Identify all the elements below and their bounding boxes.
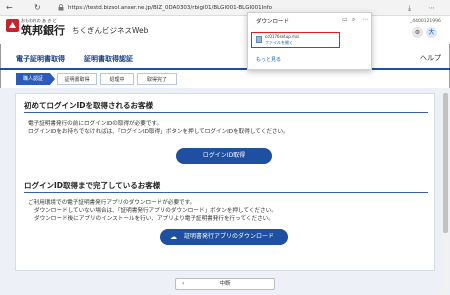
file-icon [256,36,262,43]
avatar[interactable]: 大 [426,27,437,38]
bank-logo-icon [6,19,19,32]
download-icon[interactable]: ⤓ [408,3,411,13]
download-file-name: cc0176setup.msi [265,34,300,39]
section-title-existing-user: ログインID取得まで完了しているお客様 [24,181,161,190]
step-3: 処理中 [100,73,134,85]
tab-certificate-auth[interactable]: 証明書取得認証 [84,54,133,64]
app-download-button[interactable]: ☁ 証明書発行アプリのダウンロード [160,229,288,245]
site-header [0,16,450,44]
tab-certificate-acquire[interactable]: 電子証明書取得 [16,54,65,64]
downloads-title: ダウンロード [256,19,290,25]
section1-text-2: ログインIDをお持ちでなければは、「ログインID取得」ボタンを押してログインID… [28,129,289,135]
open-file-link[interactable]: ファイルを開く [265,40,293,46]
user-id: _4400121996 [410,19,441,24]
app-download-button-label: 証明書発行アプリのダウンロード [183,233,274,240]
section2-text-3: ダウンロード後にアプリのインストールを行い、アプリより電子証明書発行を行ってくだ… [34,216,274,222]
scrollbar[interactable] [442,89,449,294]
section-divider [24,112,428,113]
section1-text-1: 電子証明書発行の前にログインIDの取得が必要です。 [28,121,163,127]
downloads-flyout: ダウンロード ▭ ⌕ ⋯ cc0176setup.msi ファイルを開く もっと… [247,12,372,70]
folder-icon[interactable]: ▭ [342,16,348,24]
service-name: ちくぎんビジネスWeb [72,26,149,35]
section2-text-2: ダウンロードしていない場合は、「証明書発行アプリのダウンロード」ボタンを押してく… [34,208,277,214]
see-more-link[interactable]: もっと見る [256,56,281,63]
help-link[interactable]: ヘルプ [420,53,441,63]
section-divider [24,192,428,193]
download-cloud-icon: ☁ [170,233,177,241]
scrollbar-thumb[interactable] [443,93,448,233]
back-icon[interactable]: ← [6,3,13,13]
step-arrow [50,73,55,85]
bank-name: 筑邦銀行 [21,24,65,37]
step-2: 証明書取得 [57,73,97,85]
address-bar[interactable]: https://testd.bizsol.anser.ne.jp/BIZ_0DA… [68,3,272,13]
more-icon[interactable]: ⋯ [428,3,435,13]
section2-text-1: ご利用環境での電子証明書発行アプリのダウンロードが必要です。 [28,200,196,206]
tab-bar: 電子証明書取得 証明書取得認証 ヘルプ [0,44,450,70]
settings-icon[interactable]: ⚙ [412,27,423,38]
section-title-new-user: 初めてログインIDを取得されるお客様 [24,101,154,110]
more-icon[interactable]: ⋯ [362,16,368,24]
step-4: 取得完了 [137,73,177,85]
browser-toolbar: ← ↻ https://testd.bizsol.anser.ne.jp/BIZ… [0,0,450,16]
lock-icon [58,4,64,11]
cancel-button[interactable]: 中断 [175,278,275,290]
chevron-left-icon: ‹ [182,280,185,287]
login-id-acquire-button[interactable]: ログインID取得 [176,148,272,164]
search-icon[interactable]: ⌕ [352,16,355,24]
download-item[interactable]: cc0176setup.msi ファイルを開く [251,32,340,48]
step-1: 職人認証 [16,73,50,85]
refresh-icon[interactable]: ↻ [34,3,41,13]
